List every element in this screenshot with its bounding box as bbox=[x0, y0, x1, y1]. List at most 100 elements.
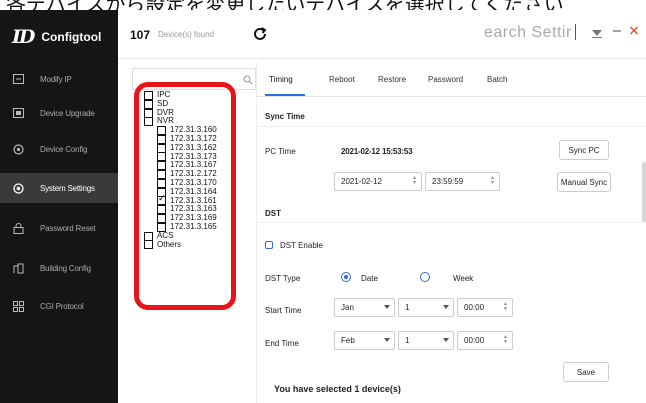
date-value: 2021-02-12 bbox=[341, 177, 382, 186]
sidebar-item-label: Modify IP bbox=[40, 74, 72, 84]
sync-time-heading: Sync Time bbox=[265, 112, 305, 121]
minimize-icon[interactable] bbox=[612, 25, 622, 38]
start-day-select[interactable]: 1 bbox=[398, 298, 454, 317]
sidebar-item-modify-ip[interactable]: Modify IP bbox=[0, 64, 118, 94]
selected-devices-message: You have selected 1 device(s) bbox=[274, 384, 401, 394]
sidebar-item-device-upgrade[interactable]: Device Upgrade bbox=[0, 98, 118, 128]
start-time-label: Start Time bbox=[265, 306, 302, 315]
checkbox[interactable] bbox=[157, 143, 166, 153]
sidebar-item-cgi-protocol[interactable]: CGI Protocol bbox=[0, 291, 118, 321]
top-header: 107 Device(s) found earch Settir bbox=[118, 10, 646, 59]
checkbox[interactable] bbox=[144, 90, 153, 100]
pc-time-value: 2021-02-12 15:53:53 bbox=[341, 147, 413, 156]
end-time-label: End Time bbox=[265, 339, 299, 348]
config-icon bbox=[12, 143, 24, 155]
checkbox[interactable] bbox=[144, 108, 153, 118]
checkbox[interactable] bbox=[157, 214, 166, 224]
checkbox[interactable] bbox=[157, 152, 166, 162]
save-button[interactable]: Save bbox=[563, 362, 609, 382]
device-count-label: Device(s) found bbox=[158, 30, 215, 39]
start-time-input[interactable]: 00:00 ▲ ▼ bbox=[457, 298, 513, 317]
tab-restore[interactable]: Restore bbox=[378, 75, 406, 84]
dst-heading: DST bbox=[265, 209, 281, 218]
filter-icon[interactable] bbox=[592, 29, 602, 41]
checkbox-checked[interactable] bbox=[157, 194, 166, 206]
tab-timing[interactable]: Timing bbox=[269, 75, 293, 84]
chevron-down-icon bbox=[443, 338, 449, 342]
instruction-caption: 各デバイスから設定を変更したいデバイスを選択してください bbox=[0, 0, 646, 10]
spinner-icon[interactable]: ▲ ▼ bbox=[503, 302, 508, 312]
chevron-down-icon bbox=[384, 338, 390, 342]
sidebar-item-device-config[interactable]: Device Config bbox=[0, 134, 118, 164]
lock-icon bbox=[12, 222, 24, 234]
time-input[interactable]: 23:59:59 ▲ ▼ bbox=[425, 172, 500, 191]
dst-type-date-radio[interactable] bbox=[341, 272, 351, 282]
checkbox[interactable] bbox=[157, 178, 166, 188]
checkbox[interactable] bbox=[144, 231, 153, 241]
checkbox[interactable] bbox=[157, 205, 166, 215]
tree-node-label: 172.31.3.165 bbox=[170, 222, 217, 232]
end-day-select[interactable]: 1 bbox=[398, 331, 454, 350]
checkbox[interactable] bbox=[144, 240, 153, 250]
sidebar-item-system-settings[interactable]: System Settings bbox=[0, 173, 118, 203]
device-count: 107 bbox=[130, 28, 151, 42]
sidebar-item-password-reset[interactable]: Password Reset bbox=[0, 213, 118, 243]
dst-type-week-radio[interactable] bbox=[420, 272, 430, 282]
tree-node-others[interactable]: Others bbox=[144, 239, 217, 250]
manual-sync-button[interactable]: Manual Sync bbox=[557, 172, 611, 192]
divider bbox=[257, 126, 646, 127]
tree-node-sd[interactable]: SD bbox=[144, 99, 217, 109]
end-month-select[interactable]: Feb bbox=[334, 331, 395, 350]
checkbox[interactable] bbox=[157, 222, 166, 232]
end-time-value: 00:00 bbox=[464, 336, 485, 345]
active-tab-indicator bbox=[265, 94, 305, 96]
settings-panel: Timing Reboot Restore Password Batch Syn… bbox=[257, 62, 646, 403]
tree-node-dvr[interactable]: DVR bbox=[144, 108, 217, 118]
dst-enable-checkbox[interactable] bbox=[265, 241, 273, 249]
app-logo: ID Configtool bbox=[12, 26, 101, 48]
settings-search-input[interactable]: earch Settir bbox=[484, 24, 576, 42]
settings-scrollbar[interactable] bbox=[642, 162, 646, 222]
tree-node-ipc[interactable]: IPC bbox=[144, 90, 217, 100]
device-tree: IPC SD DVR NVR 172.31.3.160 172.31.3.172… bbox=[144, 90, 217, 250]
sidebar-item-label: System Settings bbox=[40, 183, 95, 193]
checkbox[interactable] bbox=[157, 126, 166, 136]
date-spinner-icon[interactable]: ▲ ▼ bbox=[412, 176, 417, 186]
sidebar: ID Configtool Modify IP Device Upgrade D… bbox=[0, 10, 118, 403]
search-icon[interactable] bbox=[243, 72, 253, 85]
checkbox[interactable] bbox=[157, 170, 166, 180]
sidebar-item-building-config[interactable]: Building Config bbox=[0, 253, 118, 283]
start-time-value: 00:00 bbox=[464, 303, 485, 312]
checkbox[interactable] bbox=[157, 134, 166, 144]
sync-pc-button[interactable]: Sync PC bbox=[559, 140, 609, 160]
chevron-down-icon bbox=[384, 305, 390, 309]
checkbox[interactable] bbox=[144, 99, 153, 109]
pc-time-label: PC Time bbox=[265, 147, 296, 156]
checkbox[interactable] bbox=[157, 161, 166, 171]
tree-node-label: Others bbox=[157, 239, 182, 249]
sidebar-item-label: CGI Protocol bbox=[40, 301, 84, 311]
close-icon[interactable] bbox=[629, 25, 639, 38]
divider bbox=[257, 222, 646, 223]
end-time-input[interactable]: 00:00 ▲ ▼ bbox=[457, 331, 513, 350]
app-name: Configtool bbox=[41, 30, 102, 44]
spinner-icon[interactable]: ▲ ▼ bbox=[503, 335, 508, 345]
checkbox[interactable] bbox=[144, 117, 153, 127]
tab-password[interactable]: Password bbox=[428, 75, 463, 84]
building-icon bbox=[12, 262, 24, 274]
device-tree-pane: IPC SD DVR NVR 172.31.3.160 172.31.3.172… bbox=[124, 62, 257, 403]
tab-batch[interactable]: Batch bbox=[487, 75, 507, 84]
tree-node-device[interactable]: 172.31.3.165 bbox=[144, 222, 217, 232]
edit-ip-icon bbox=[12, 73, 24, 85]
chevron-down-icon bbox=[443, 305, 449, 309]
upgrade-icon bbox=[12, 107, 24, 119]
date-input[interactable]: 2021-02-12 ▲ ▼ bbox=[334, 172, 422, 191]
start-month-select[interactable]: Jan bbox=[334, 298, 395, 317]
refresh-icon[interactable] bbox=[252, 26, 268, 42]
tab-reboot[interactable]: Reboot bbox=[329, 75, 355, 84]
dst-enable-label: DST Enable bbox=[280, 241, 323, 250]
device-search-input[interactable] bbox=[132, 68, 256, 90]
end-month-value: Feb bbox=[341, 336, 355, 345]
dst-type-week-label: Week bbox=[453, 274, 474, 283]
time-spinner-icon[interactable]: ▲ ▼ bbox=[490, 176, 495, 186]
